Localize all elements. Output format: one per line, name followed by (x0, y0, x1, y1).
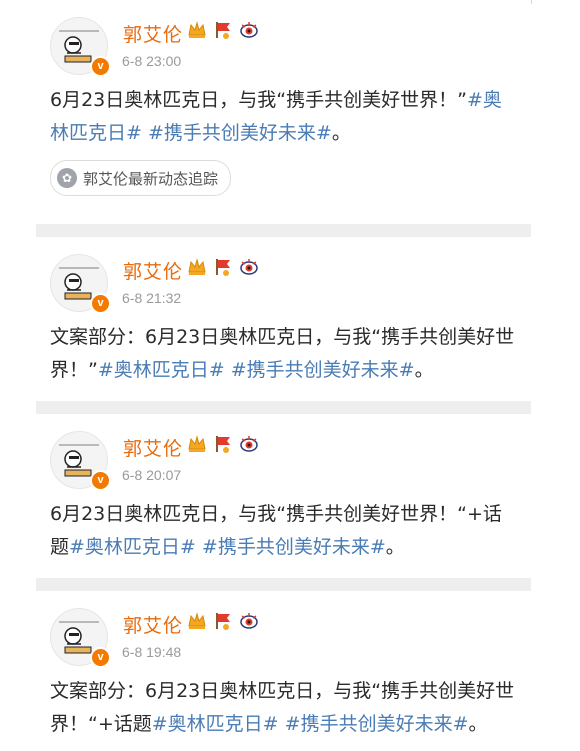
author-name[interactable]: 郭艾伦 (123, 257, 183, 284)
crown-icon (188, 612, 206, 629)
author-name[interactable]: 郭艾伦 (123, 20, 183, 47)
post-text-body: 6月23日奥林匹克日，与我“携手共创美好世界！” (50, 89, 467, 111)
post-text-end: 。 (385, 536, 405, 558)
post-text-end: 。 (468, 713, 488, 735)
red-flag-icon (216, 22, 230, 39)
badge-row (187, 434, 259, 454)
post-time: 6-8 21:32 (122, 290, 182, 306)
crown-icon (188, 21, 206, 38)
post-time: 6-8 23:00 (122, 53, 182, 69)
badge-row (187, 20, 259, 40)
post-header: v 郭艾伦 6-8 20:07 (36, 414, 531, 491)
post-header: v 郭艾伦 6-8 21:32 (36, 237, 531, 314)
post-time: 6-8 19:48 (122, 644, 182, 660)
red-flag-icon (216, 259, 230, 276)
post-card[interactable]: v 郭艾伦 6-8 20:07 6月23日奥林匹克日，与我“携手共创美好世界！“… (36, 414, 531, 578)
post-text: 6月23日奥林匹克日，与我“携手共创美好世界！”#奥林匹克日# #携手共创美好未… (36, 70, 531, 160)
eye-icon (240, 613, 258, 629)
hashtag-link[interactable]: #奥林匹克日# (69, 536, 196, 558)
post-card[interactable]: v 郭艾伦 6-8 21:32 文案部分：6月23日奥林匹克日，与我“携手共创美… (36, 237, 531, 401)
red-flag-icon (216, 436, 230, 453)
post-separator (36, 401, 531, 414)
hashtag-link[interactable]: #携手共创美好未来# (285, 713, 469, 735)
post-card[interactable]: v 郭艾伦 6-8 19:48 文案部分：6月23日奥林匹克日，与我“携手共创美… (36, 591, 531, 751)
verified-icon: v (90, 56, 111, 77)
eye-icon (240, 436, 258, 452)
author-name[interactable]: 郭艾伦 (123, 611, 183, 638)
post-text-end: 。 (331, 122, 351, 144)
post-separator (36, 578, 531, 591)
post-time: 6-8 20:07 (122, 467, 182, 483)
verified-icon: v (90, 470, 111, 491)
post-text: 文案部分：6月23日奥林匹克日，与我“携手共创美好世界！“+话题#奥林匹克日# … (36, 661, 531, 751)
weibo-feed: v 郭艾伦 6-8 23:00 6月23日奥林匹克日，与我“携手共创美好世界！”… (36, 0, 531, 751)
verified-icon: v (90, 293, 111, 314)
eye-icon (240, 259, 258, 275)
post-text-end: 。 (414, 359, 434, 381)
post-card[interactable]: v 郭艾伦 6-8 23:00 6月23日奥林匹克日，与我“携手共创美好世界！”… (36, 0, 531, 224)
hashtag-link[interactable]: #奥林匹克日# (98, 359, 225, 381)
crown-icon (188, 435, 206, 452)
post-text: 6月23日奥林匹克日，与我“携手共创美好世界！“+话题#奥林匹克日# #携手共创… (36, 484, 531, 578)
hashtag-link[interactable]: #携手共创美好未来# (148, 122, 332, 144)
author-name[interactable]: 郭艾伦 (123, 434, 183, 461)
crown-icon (188, 258, 206, 275)
red-flag-icon (216, 613, 230, 630)
follow-tracker-button[interactable]: ✿ 郭艾伦最新动态追踪 (50, 160, 232, 196)
post-header: v 郭艾伦 6-8 19:48 (36, 591, 531, 668)
eye-icon (240, 22, 258, 38)
post-separator (36, 224, 531, 237)
badge-row (187, 257, 259, 277)
post-text: 文案部分：6月23日奥林匹克日，与我“携手共创美好世界！”#奥林匹克日# #携手… (36, 307, 531, 401)
post-header: v 郭艾伦 6-8 23:00 (36, 0, 531, 77)
verified-icon: v (90, 647, 111, 668)
hashtag-link[interactable]: #携手共创美好未来# (231, 359, 415, 381)
hashtag-link[interactable]: #奥林匹克日# (152, 713, 279, 735)
badge-row (187, 611, 259, 631)
tracker-icon: ✿ (57, 168, 77, 188)
hashtag-link[interactable]: #携手共创美好未来# (202, 536, 386, 558)
follow-tracker-label: 郭艾伦最新动态追踪 (83, 169, 219, 188)
